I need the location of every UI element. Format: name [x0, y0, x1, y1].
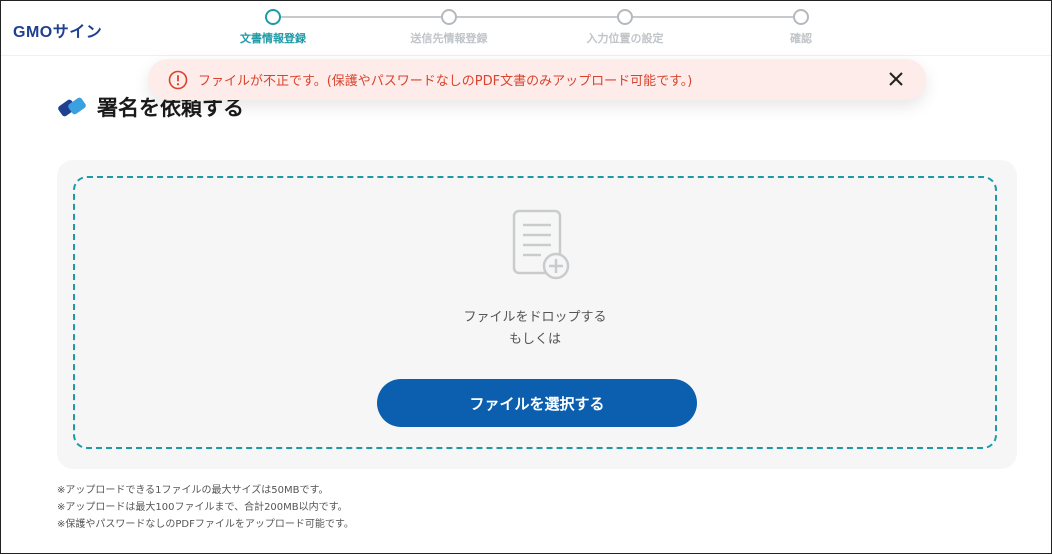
- close-icon[interactable]: [886, 69, 906, 89]
- drop-or-label: もしくは: [508, 332, 561, 347]
- error-alert-message: ファイルが不正です。(保護やパスワードなしのPDF文書のみアップロード可能です。…: [198, 74, 693, 89]
- step-3-dot: [617, 9, 633, 25]
- exclamation-circle-icon: [168, 70, 188, 89]
- drop-instruction: ファイルをドロップする: [463, 310, 607, 325]
- error-alert: ファイルが不正です。(保護やパスワードなしのPDF文書のみアップロード可能です。…: [148, 59, 926, 100]
- stepper-track: [273, 16, 801, 18]
- step-2-dot: [441, 9, 457, 25]
- note-item: ※アップロードできる1ファイルの最大サイズは50MBです。: [57, 485, 329, 496]
- step-2-label: 送信先情報登録: [410, 32, 488, 45]
- step-4-label: 確認: [790, 32, 812, 45]
- file-drop-zone[interactable]: ファイルをドロップする もしくは ファイルを選択する: [73, 176, 997, 449]
- step-1-dot: [265, 9, 281, 25]
- upload-panel: ファイルをドロップする もしくは ファイルを選択する: [57, 160, 1017, 469]
- upload-notes: ※アップロードできる1ファイルの最大サイズは50MBです。 ※アップロードは最大…: [57, 482, 354, 533]
- select-file-button[interactable]: ファイルを選択する: [377, 379, 697, 427]
- document-add-icon: [512, 209, 570, 280]
- signature-logo-icon: [58, 97, 86, 117]
- note-item: ※保護やパスワードなしのPDFファイルをアップロード可能です。: [57, 519, 354, 530]
- step-4-dot: [793, 9, 809, 25]
- app-header: GMOサイン 文書情報登録 送信先情報登録 入力位置の設定 確認: [1, 1, 1051, 56]
- step-1-label: 文書情報登録: [240, 32, 306, 45]
- step-3-label: 入力位置の設定: [586, 32, 664, 45]
- gmo-sign-logo[interactable]: GMOサイン: [13, 18, 102, 42]
- note-item: ※アップロードは最大100ファイルまで、合計200MB以内です。: [57, 502, 348, 513]
